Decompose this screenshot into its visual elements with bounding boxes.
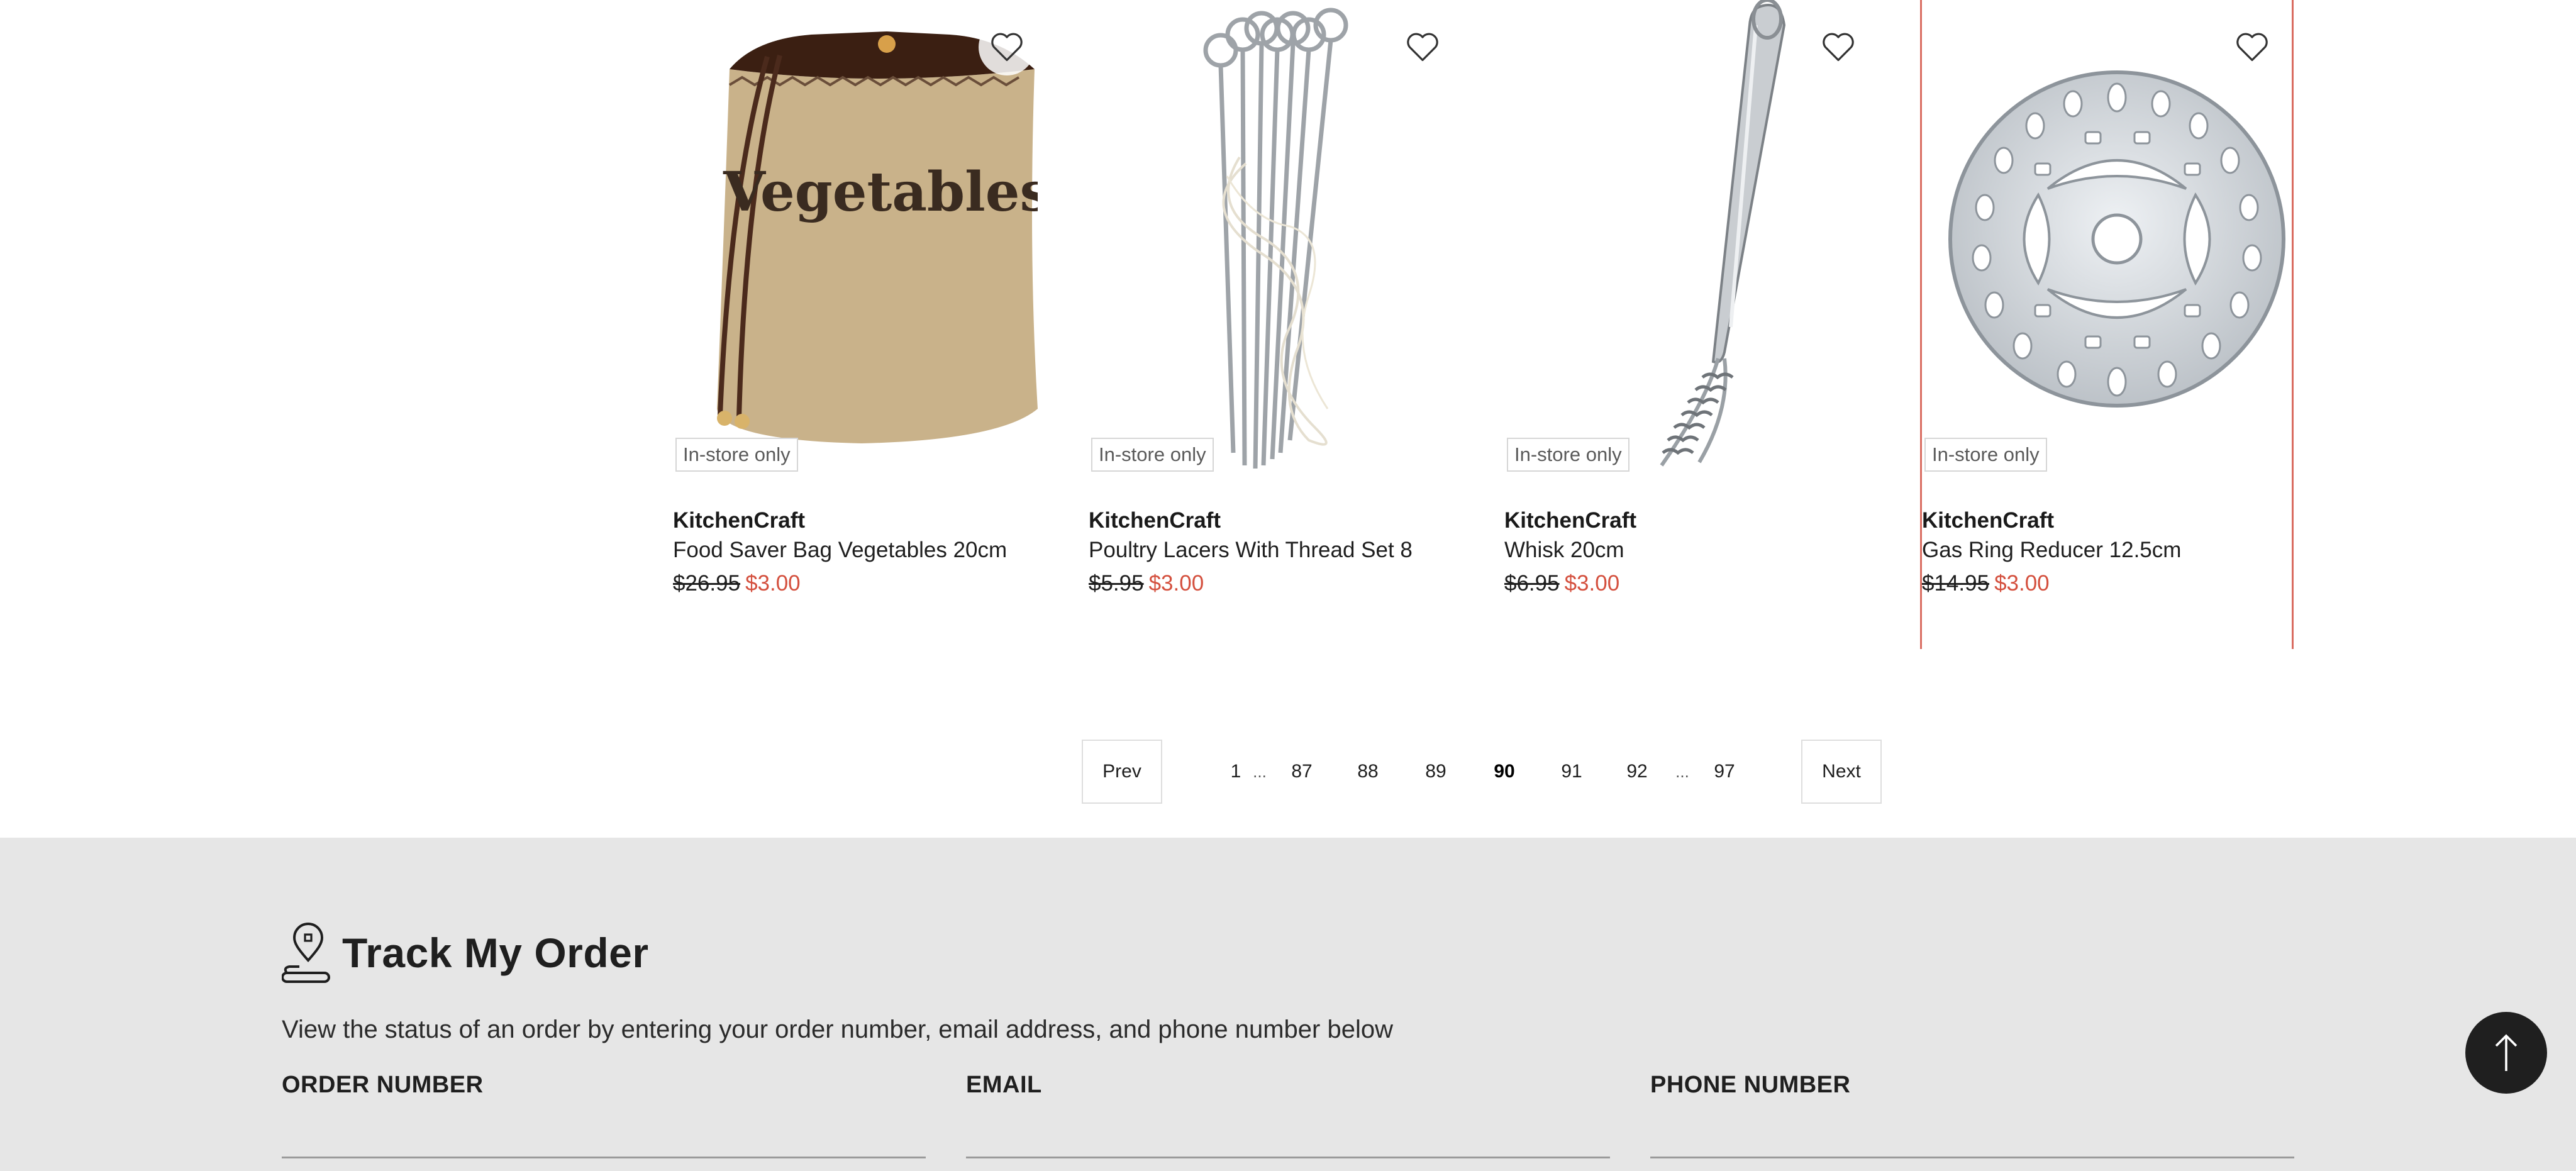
product-name[interactable]: Food Saver Bag Vegetables 20cm: [673, 538, 1007, 563]
poultry-lacers-image: [1203, 8, 1348, 469]
price-row: $6.95 $3.00: [1504, 571, 1619, 596]
track-order-description: View the status of an order by entering …: [282, 1016, 1393, 1043]
sale-price: $3.00: [1994, 571, 2050, 596]
product-image[interactable]: [1101, 0, 1453, 478]
product-grid: Vegetables In-store only KitchenCraft Fo…: [673, 0, 2296, 649]
product-card[interactable]: In-store only KitchenCraft Gas Ring Redu…: [1920, 0, 2294, 649]
page-link[interactable]: 89: [1420, 740, 1452, 804]
product-image[interactable]: [1935, 0, 2287, 478]
track-order-section: Track My Order View the status of an ord…: [0, 838, 2576, 1171]
heart-outline-icon: [2236, 33, 2268, 62]
wishlist-button[interactable]: [2224, 19, 2280, 75]
wishlist-button[interactable]: [979, 19, 1035, 75]
page-link[interactable]: 92: [1621, 740, 1653, 804]
wishlist-button[interactable]: [1810, 19, 1867, 75]
next-page-button[interactable]: Next: [1801, 740, 1882, 804]
instore-badge: In-store only: [675, 438, 798, 472]
product-brand[interactable]: KitchenCraft: [1089, 508, 1221, 533]
heart-outline-icon: [991, 33, 1023, 62]
was-price: $6.95: [1504, 571, 1560, 596]
pagination: Prev 1 ... 87 88 89 90 91 92 ... 97 Next: [1082, 740, 1884, 805]
vegetables-print: Vegetables: [723, 160, 1038, 224]
prev-page-button[interactable]: Prev: [1082, 740, 1162, 804]
back-to-top-button[interactable]: [2465, 1012, 2547, 1094]
product-brand[interactable]: KitchenCraft: [1504, 508, 1636, 533]
page-link-last[interactable]: 97: [1709, 740, 1740, 804]
whisk-image: [1660, 0, 1786, 467]
page-ellipsis: ...: [1675, 762, 1689, 781]
page-link[interactable]: 91: [1556, 740, 1587, 804]
price-row: $26.95 $3.00: [673, 571, 801, 596]
heart-outline-icon: [1823, 33, 1854, 62]
instore-badge: In-store only: [1507, 438, 1629, 472]
product-brand[interactable]: KitchenCraft: [1922, 508, 2054, 533]
was-price: $14.95: [1922, 571, 1990, 596]
product-image[interactable]: [1517, 0, 1869, 478]
page-link-current[interactable]: 90: [1489, 740, 1520, 804]
arrow-up-icon: [2495, 1034, 2518, 1071]
page-link[interactable]: 88: [1352, 740, 1384, 804]
sale-price: $3.00: [1148, 571, 1204, 596]
price-row: $5.95 $3.00: [1089, 571, 1204, 596]
track-order-title: Track My Order: [342, 930, 649, 976]
phone-number-field: PHONE NUMBER: [1650, 1072, 2294, 1160]
email-label: EMAIL: [966, 1072, 1042, 1098]
was-price: $26.95: [673, 571, 741, 596]
product-card[interactable]: Vegetables In-store only KitchenCraft Fo…: [673, 0, 1050, 649]
product-image[interactable]: Vegetables: [686, 0, 1050, 478]
product-name[interactable]: Whisk 20cm: [1504, 538, 1624, 563]
track-order-heading: Track My Order: [282, 923, 649, 983]
instore-badge: In-store only: [1924, 438, 2047, 472]
phone-number-label: PHONE NUMBER: [1650, 1072, 1851, 1098]
gas-ring-reducer-image: [1948, 70, 2285, 408]
phone-number-input[interactable]: [1650, 1109, 2294, 1158]
product-name[interactable]: Gas Ring Reducer 12.5cm: [1922, 538, 2181, 563]
order-number-field: ORDER NUMBER: [282, 1072, 926, 1160]
page-link[interactable]: 87: [1286, 740, 1318, 804]
instore-badge: In-store only: [1091, 438, 1214, 472]
product-brand[interactable]: KitchenCraft: [673, 508, 805, 533]
product-name[interactable]: Poultry Lacers With Thread Set 8: [1089, 538, 1413, 563]
order-number-label: ORDER NUMBER: [282, 1072, 484, 1098]
heart-outline-icon: [1407, 33, 1438, 62]
location-pin-icon: [282, 923, 330, 983]
wishlist-button[interactable]: [1394, 19, 1451, 75]
sale-price: $3.00: [745, 571, 801, 596]
price-row: $14.95 $3.00: [1922, 571, 2050, 596]
order-number-input[interactable]: [282, 1109, 926, 1158]
email-input[interactable]: [966, 1109, 1610, 1158]
was-price: $5.95: [1089, 571, 1144, 596]
vegetables-bag-image: Vegetables: [717, 31, 1050, 443]
page-ellipsis: ...: [1253, 762, 1267, 781]
product-card[interactable]: In-store only KitchenCraft Poultry Lacer…: [1089, 0, 1462, 649]
product-card[interactable]: In-store only KitchenCraft Whisk 20cm $6…: [1504, 0, 1878, 649]
sale-price: $3.00: [1564, 571, 1620, 596]
email-field: EMAIL: [966, 1072, 1610, 1160]
